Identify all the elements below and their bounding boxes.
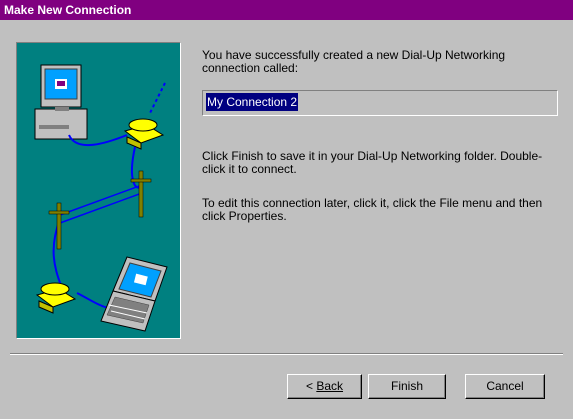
back-button[interactable]: < Back (287, 374, 362, 399)
title-bar[interactable]: Make New Connection (0, 0, 573, 20)
connection-name-value[interactable]: My Connection 2 (206, 93, 299, 111)
finish-button[interactable]: Finish (368, 374, 446, 399)
finish-button-label: Finish (390, 379, 423, 393)
edit-instructions: To edit this connection later, click it,… (202, 196, 543, 223)
wizard-illustration (16, 42, 181, 339)
button-separator (10, 353, 563, 355)
phone-icon-bottom (35, 282, 77, 314)
make-new-connection-window: Make New Connection You have successfull… (0, 0, 573, 419)
back-arrow-icon: < (305, 379, 313, 393)
laptop-icon (100, 256, 168, 332)
connection-name-field[interactable]: My Connection 2 (202, 90, 558, 116)
utility-pole-icon-right (130, 170, 152, 218)
desktop-computer-icon (34, 64, 88, 140)
back-button-label: Back (316, 379, 344, 393)
success-message: You have successfully created a new Dial… (202, 48, 506, 75)
cancel-button[interactable]: Cancel (465, 374, 545, 399)
dial-up-illustration-graphic (34, 64, 168, 332)
finish-instructions: Click Finish to save it in your Dial-Up … (202, 149, 543, 176)
window-title: Make New Connection (4, 3, 132, 17)
phone-icon-top (123, 118, 165, 150)
cancel-button-label: Cancel (486, 379, 524, 393)
utility-pole-icon-left (48, 202, 70, 250)
